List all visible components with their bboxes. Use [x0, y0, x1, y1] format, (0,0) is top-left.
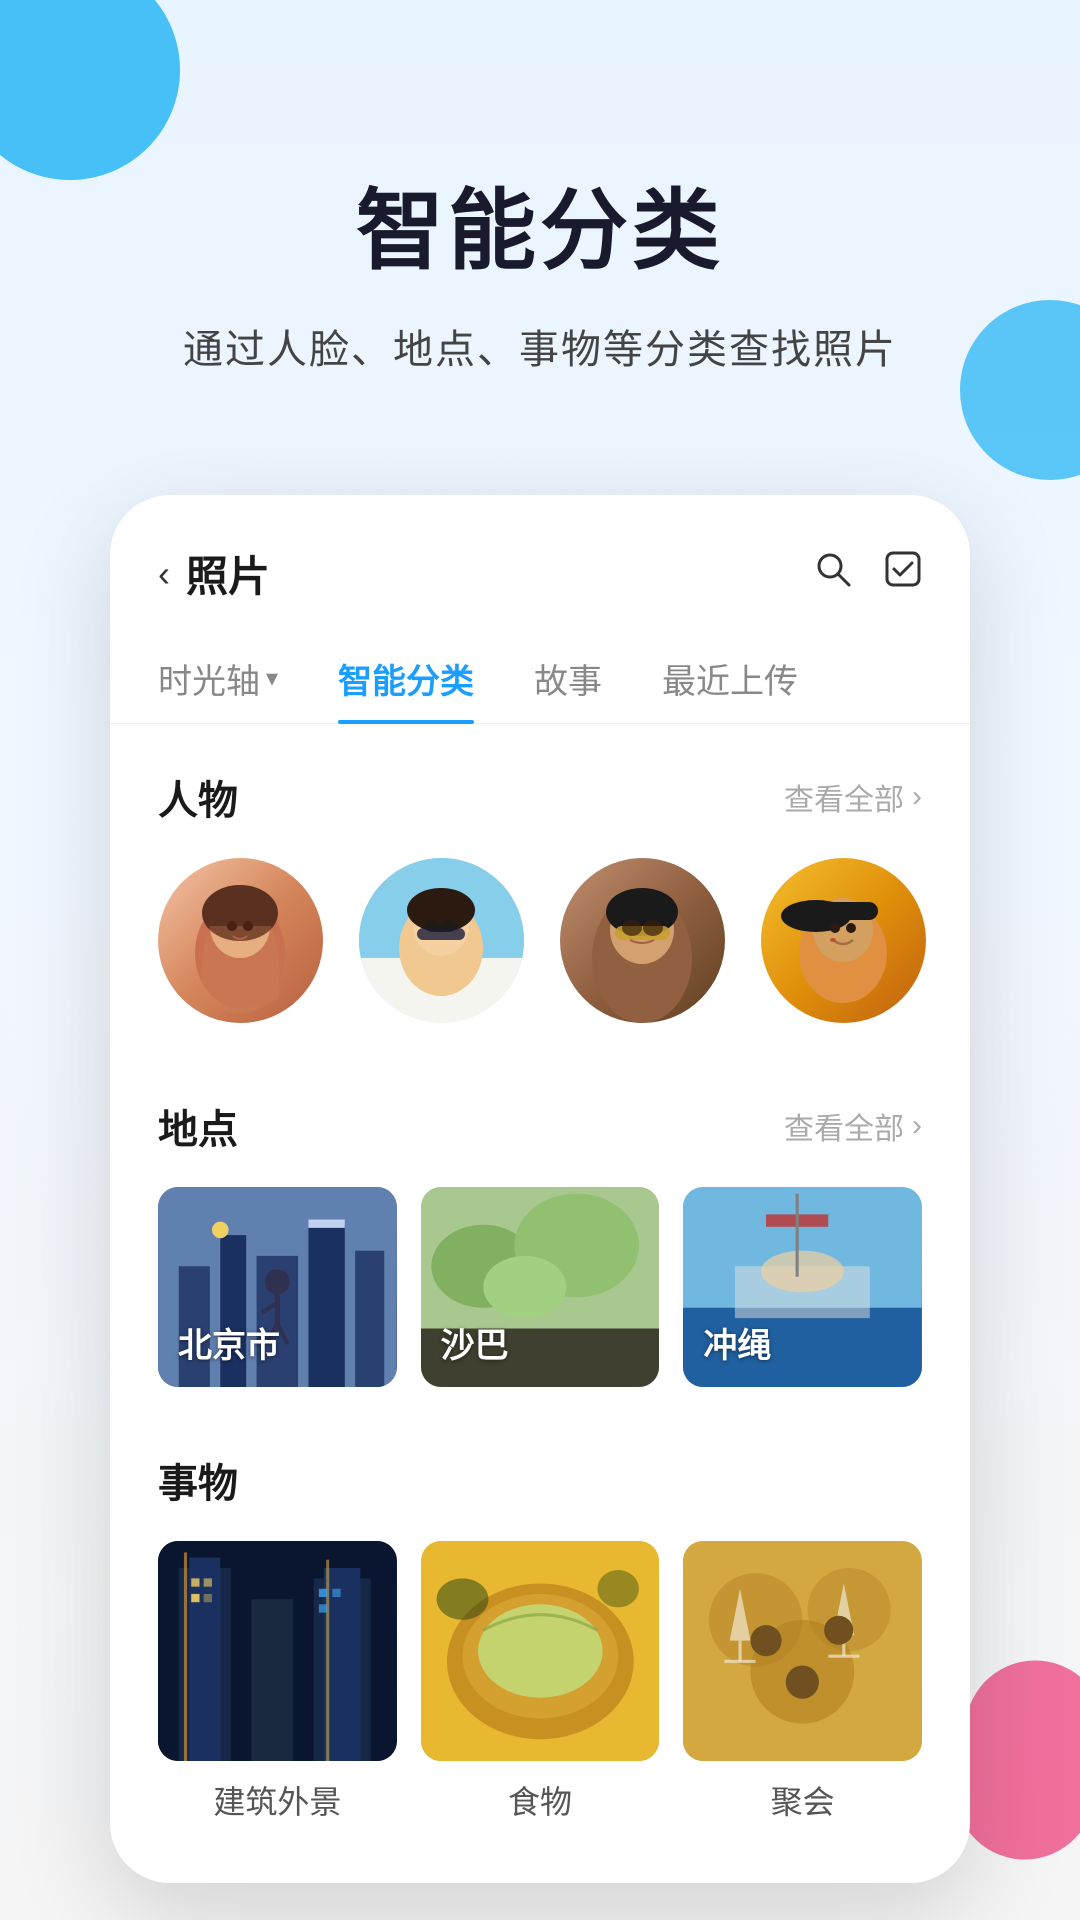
- hero-title: 智能分类: [60, 160, 1020, 287]
- tab-smart-classify[interactable]: 智能分类: [338, 634, 474, 723]
- people-view-all-arrow: ›: [912, 780, 922, 814]
- people-section-title: 人物: [158, 768, 238, 826]
- location-card-saba[interactable]: 沙巴: [421, 1187, 660, 1387]
- location-view-all-label: 查看全部: [784, 1104, 904, 1148]
- tab-recent-label: 最近上传: [662, 663, 798, 701]
- location-section: 地点 查看全部 ›: [110, 1053, 970, 1407]
- app-title: 照片: [186, 543, 270, 604]
- thing-architecture-label: 建筑外景: [213, 1784, 341, 1820]
- things-grid: 建筑外景: [158, 1541, 922, 1823]
- person-avatar-3[interactable]: [560, 858, 725, 1023]
- app-header: ‹ 照片: [110, 495, 970, 624]
- tab-story-label: 故事: [534, 663, 602, 701]
- header-left: ‹ 照片: [158, 543, 270, 604]
- things-section: 事物: [110, 1407, 970, 1843]
- location-view-all[interactable]: 查看全部 ›: [784, 1104, 922, 1148]
- person-avatar-4[interactable]: [761, 858, 926, 1023]
- phone-mockup: ‹ 照片 时光轴 ▾ 智能分类: [110, 495, 970, 1883]
- location-saba-label: 沙巴: [441, 1318, 509, 1367]
- people-section-header: 人物 查看全部 ›: [158, 768, 922, 826]
- location-card-okinawa[interactable]: 冲绳: [683, 1187, 922, 1387]
- location-grid: 北京市 沙巴: [158, 1187, 922, 1387]
- location-okinawa-label: 冲绳: [703, 1318, 771, 1367]
- location-beijing-label: 北京市: [178, 1318, 280, 1367]
- people-avatar-row: [158, 858, 922, 1033]
- tab-timeline[interactable]: 时光轴 ▾: [158, 634, 278, 723]
- thing-item-architecture[interactable]: 建筑外景: [158, 1541, 397, 1823]
- search-icon[interactable]: [814, 550, 852, 598]
- thing-food-label: 食物: [508, 1784, 572, 1820]
- tab-recent-upload[interactable]: 最近上传: [662, 634, 798, 723]
- tab-bar: 时光轴 ▾ 智能分类 故事 最近上传: [110, 624, 970, 724]
- hero-subtitle: 通过人脸、地点、事物等分类查找照片: [60, 317, 1020, 375]
- header-icons: [814, 550, 922, 598]
- thing-item-food[interactable]: 食物: [421, 1541, 660, 1823]
- thing-item-party[interactable]: 聚会: [683, 1541, 922, 1823]
- location-section-title: 地点: [158, 1097, 238, 1155]
- things-section-header: 事物: [158, 1451, 922, 1509]
- person-avatar-2[interactable]: [359, 858, 524, 1023]
- tab-timeline-label: 时光轴: [158, 654, 260, 703]
- thing-party-label: 聚会: [771, 1784, 835, 1820]
- select-icon[interactable]: [884, 550, 922, 598]
- tab-smart-label: 智能分类: [338, 663, 474, 701]
- tab-story[interactable]: 故事: [534, 634, 602, 723]
- hero-section: 智能分类 通过人脸、地点、事物等分类查找照片: [0, 0, 1080, 435]
- location-section-header: 地点 查看全部 ›: [158, 1097, 922, 1155]
- location-card-beijing[interactable]: 北京市: [158, 1187, 397, 1387]
- people-view-all[interactable]: 查看全部 ›: [784, 775, 922, 819]
- location-view-all-arrow: ›: [912, 1109, 922, 1143]
- people-section: 人物 查看全部 ›: [110, 724, 970, 1053]
- people-view-all-label: 查看全部: [784, 775, 904, 819]
- things-section-title: 事物: [158, 1451, 238, 1509]
- back-icon[interactable]: ‹: [158, 553, 170, 595]
- dropdown-arrow-icon: ▾: [266, 664, 278, 693]
- person-avatar-1[interactable]: [158, 858, 323, 1023]
